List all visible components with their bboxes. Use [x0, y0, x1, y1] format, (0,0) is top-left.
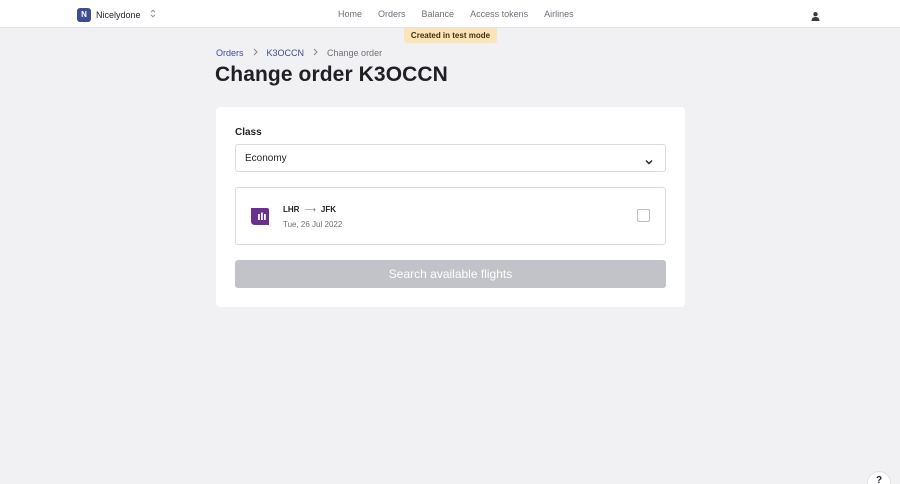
page-title: Change order K3OCCN: [215, 63, 448, 86]
main-nav: Home Orders Balance Access tokens Airlin…: [338, 9, 574, 19]
nav-airlines[interactable]: Airlines: [544, 9, 574, 19]
flight-select-checkbox[interactable]: [637, 209, 650, 222]
breadcrumb-orders[interactable]: Orders: [216, 48, 244, 58]
top-navigation-bar: N Nicelydone Home Orders Balance Access …: [0, 0, 900, 28]
airline-logo-icon: [250, 206, 270, 226]
change-order-card: Class Economy LHR ⟶ JFK Tue, 26 Jul 2022…: [216, 107, 685, 307]
chevron-up-down-icon: [150, 9, 156, 20]
flight-date: Tue, 26 Jul 2022: [283, 220, 343, 229]
chevron-down-icon: [644, 154, 654, 165]
class-label: Class: [235, 127, 262, 138]
search-available-flights-button[interactable]: Search available flights: [235, 260, 666, 288]
person-icon[interactable]: [810, 9, 821, 21]
nav-home[interactable]: Home: [338, 9, 362, 19]
chevron-right-icon: [253, 48, 258, 58]
route-arrow: ⟶: [304, 205, 316, 214]
class-select-value: Economy: [245, 152, 287, 164]
nav-orders[interactable]: Orders: [378, 9, 406, 19]
class-select[interactable]: Economy: [235, 144, 666, 172]
breadcrumb-order-reference[interactable]: K3OCCN: [267, 48, 305, 58]
help-button[interactable]: ?: [867, 471, 891, 484]
nav-access-tokens[interactable]: Access tokens: [470, 9, 528, 19]
breadcrumb: Orders K3OCCN Change order: [216, 48, 382, 58]
origin-airport: LHR: [283, 205, 300, 214]
destination-airport: JFK: [320, 205, 337, 214]
nav-balance[interactable]: Balance: [422, 9, 455, 19]
test-mode-badge: Created in test mode: [404, 28, 497, 43]
flight-option[interactable]: LHR ⟶ JFK Tue, 26 Jul 2022: [235, 187, 666, 245]
flight-route: LHR ⟶ JFK: [283, 205, 336, 214]
org-avatar: N: [77, 7, 91, 22]
org-name: Nicelydone: [96, 9, 141, 20]
chevron-right-icon: [313, 48, 318, 58]
organization-switcher[interactable]: N Nicelydone: [77, 7, 156, 22]
breadcrumb-current: Change order: [327, 48, 383, 58]
